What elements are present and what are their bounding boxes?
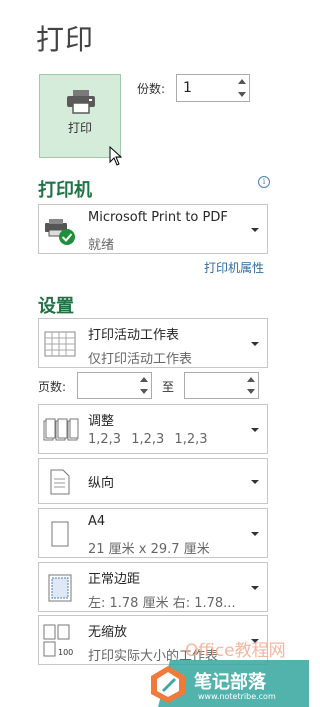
copies-label: 份数: [137,82,166,96]
orientation-title: 纵向 [88,476,115,491]
portrait-page-icon [41,459,81,503]
mouse-cursor-icon [109,146,123,166]
stepper-up-icon[interactable] [247,377,255,382]
margins-dropdown[interactable]: 正常边距 左: 1.78 厘米 右: 1.78... [38,562,268,612]
margins-sub: 左: 1.78 厘米 右: 1.78... [88,596,236,611]
collate-pages-icon [41,405,81,453]
stepper-down-icon[interactable] [140,389,148,394]
stepper-down-icon[interactable] [247,389,255,394]
print-what-dropdown[interactable]: 打印活动工作表 仅打印活动工作表 [38,318,268,368]
info-icon[interactable]: i [258,176,270,188]
watermark-text: 笔记部落 [194,672,266,693]
collate-dropdown[interactable]: 调整 1,2,3 1,2,3 1,2,3 [38,404,268,454]
chevron-down-icon [251,586,259,590]
scaling-title: 无缩放 [88,625,128,640]
paper-size-sub: 21 厘米 x 29.7 厘米 [88,542,210,557]
copies-value: 1 [183,80,192,96]
orientation-dropdown[interactable]: 纵向 [38,458,268,504]
chevron-down-icon [251,228,259,232]
printer-ready-icon [41,205,81,253]
print-what-title: 打印活动工作表 [88,328,180,343]
stepper-up-icon[interactable] [238,79,246,84]
paper-size-dropdown[interactable]: A4 21 厘米 x 29.7 厘米 [38,508,268,558]
watermark-logo-icon [151,666,185,703]
no-scaling-icon: 100 [41,616,81,664]
printer-dropdown[interactable]: Microsoft Print to PDF 就绪 [38,204,268,254]
watermark-url: www.notetribe.com [198,692,276,701]
paper-size-title: A4 [88,514,106,529]
pages-to-label: 至 [162,380,175,394]
chevron-down-icon [251,428,259,432]
print-button-label: 打印 [67,121,92,135]
sheet-grid-icon [41,319,81,367]
printer-heading: 打印机 [38,180,92,201]
pages-from-stepper[interactable] [77,372,152,399]
page-title: 打印 [36,23,95,56]
stepper-up-icon[interactable] [140,377,148,382]
printer-name: Microsoft Print to PDF [88,210,228,225]
copies-stepper[interactable]: 1 [176,74,250,102]
paper-icon [41,509,81,557]
pages-to-stepper[interactable] [184,372,259,399]
chevron-down-icon [251,532,259,536]
chevron-down-icon [251,342,259,346]
printer-properties-link[interactable]: 打印机属性 [204,259,264,276]
settings-heading: 设置 [38,296,74,317]
printer-status: 就绪 [88,238,115,253]
margins-icon [41,563,81,611]
printer-icon [67,90,95,114]
svg-text:100: 100 [58,648,73,657]
chevron-down-icon [251,480,259,484]
print-what-sub: 仅打印活动工作表 [88,352,193,367]
collate-title: 调整 [88,414,115,429]
collate-sub: 1,2,3 1,2,3 1,2,3 [88,432,208,447]
pages-label: 页数: [38,380,67,394]
margins-title: 正常边距 [88,572,141,587]
watermark-brand: Office教程网 [185,641,286,661]
stepper-down-icon[interactable] [238,92,246,97]
